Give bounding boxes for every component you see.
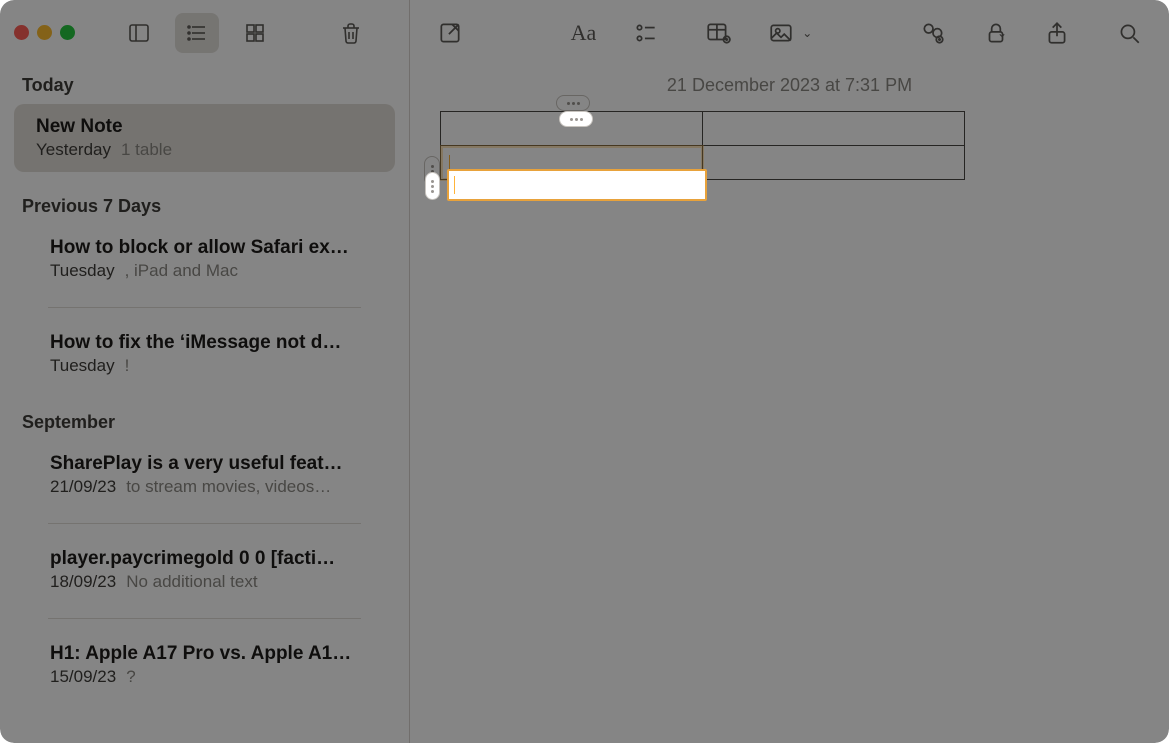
sidebar-icon	[127, 21, 151, 45]
note-item-subtitle: Yesterday1 table	[36, 140, 373, 160]
collaborate-icon	[920, 20, 946, 46]
insert-table-button[interactable]	[696, 13, 740, 53]
close-window-button[interactable]	[14, 25, 29, 40]
note-item-title: SharePlay is a very useful feat…	[50, 453, 381, 475]
share-button[interactable]	[1035, 13, 1079, 53]
note-item-title: H1: Apple A17 Pro vs. Apple A1…	[50, 643, 381, 665]
note-item-subtitle: 21/09/23to stream movies, videos…	[50, 477, 381, 497]
note-item-title: How to fix the ‘iMessage not d…	[50, 332, 381, 354]
list-view-button[interactable]	[175, 13, 219, 53]
section-header: Today	[0, 65, 409, 104]
notes-list: TodayNew NoteYesterday1 tablePrevious 7 …	[0, 65, 409, 713]
note-list-item[interactable]: New NoteYesterday1 table	[14, 104, 395, 172]
note-list-item[interactable]: SharePlay is a very useful feat…21/09/23…	[32, 441, 395, 509]
trash-icon	[339, 21, 363, 45]
table-cell[interactable]	[703, 146, 965, 180]
table-icon	[705, 20, 731, 46]
search-button[interactable]	[1107, 13, 1151, 53]
minimize-window-button[interactable]	[37, 25, 52, 40]
collaborate-button[interactable]	[911, 13, 955, 53]
note-item-subtitle: 15/09/23?	[50, 667, 381, 687]
note-item-subtitle: 18/09/23No additional text	[50, 572, 381, 592]
insert-media-button[interactable]: ⌄	[768, 13, 812, 53]
window-controls	[14, 25, 75, 40]
photo-icon	[768, 20, 794, 46]
note-list-item[interactable]: How to fix the ‘iMessage not d…Tuesday!	[32, 320, 395, 388]
note-item-title: New Note	[36, 116, 373, 138]
app-window: TodayNew NoteYesterday1 tablePrevious 7 …	[0, 0, 1169, 743]
divider	[48, 307, 361, 308]
note-canvas[interactable]	[410, 96, 1169, 743]
note-item-subtitle: Tuesday!	[50, 356, 381, 376]
chevron-down-icon: ⌄	[997, 26, 1007, 40]
share-icon	[1044, 20, 1070, 46]
lock-note-button[interactable]: ⌄	[983, 13, 1007, 53]
titlebar-right: Aa ⌄ ⌄	[410, 0, 1169, 65]
checklist-button[interactable]	[624, 13, 668, 53]
note-timestamp: 21 December 2023 at 7:31 PM	[410, 75, 1169, 96]
note-list-item[interactable]: How to block or allow Safari ex…Tuesday,…	[32, 225, 395, 293]
maximize-window-button[interactable]	[60, 25, 75, 40]
table-column-handle[interactable]	[556, 95, 590, 111]
compose-icon	[437, 20, 463, 46]
note-list-item[interactable]: H1: Apple A17 Pro vs. Apple A1…15/09/23?	[32, 631, 395, 699]
table-cell[interactable]	[703, 112, 965, 146]
titlebar-left	[0, 0, 409, 65]
note-item-title: How to block or allow Safari ex…	[50, 237, 381, 259]
section-header: Previous 7 Days	[0, 186, 409, 225]
grid-icon	[243, 21, 267, 45]
search-icon	[1116, 20, 1142, 46]
table-row-handle[interactable]	[424, 156, 440, 186]
note-item-title: player.paycrimegold 0 0 [facti…	[50, 548, 381, 570]
new-note-button[interactable]	[428, 13, 472, 53]
text-caret	[449, 155, 450, 173]
chevron-down-icon: ⌄	[802, 26, 812, 40]
delete-note-button[interactable]	[329, 13, 373, 53]
note-item-subtitle: Tuesday, iPad and Mac	[50, 261, 381, 281]
toggle-sidebar-button[interactable]	[117, 13, 161, 53]
divider	[48, 523, 361, 524]
section-header: September	[0, 402, 409, 441]
format-button[interactable]: Aa	[571, 20, 597, 46]
table-cell-active[interactable]	[441, 146, 703, 180]
note-list-item[interactable]: player.paycrimegold 0 0 [facti…18/09/23N…	[32, 536, 395, 604]
grid-view-button[interactable]	[233, 13, 277, 53]
divider	[48, 618, 361, 619]
table-cell[interactable]	[441, 112, 703, 146]
note-editor: Aa ⌄ ⌄	[410, 0, 1169, 743]
notes-sidebar: TodayNew NoteYesterday1 tablePrevious 7 …	[0, 0, 410, 743]
checklist-icon	[633, 20, 659, 46]
list-icon	[185, 21, 209, 45]
inserted-table[interactable]	[440, 111, 965, 180]
